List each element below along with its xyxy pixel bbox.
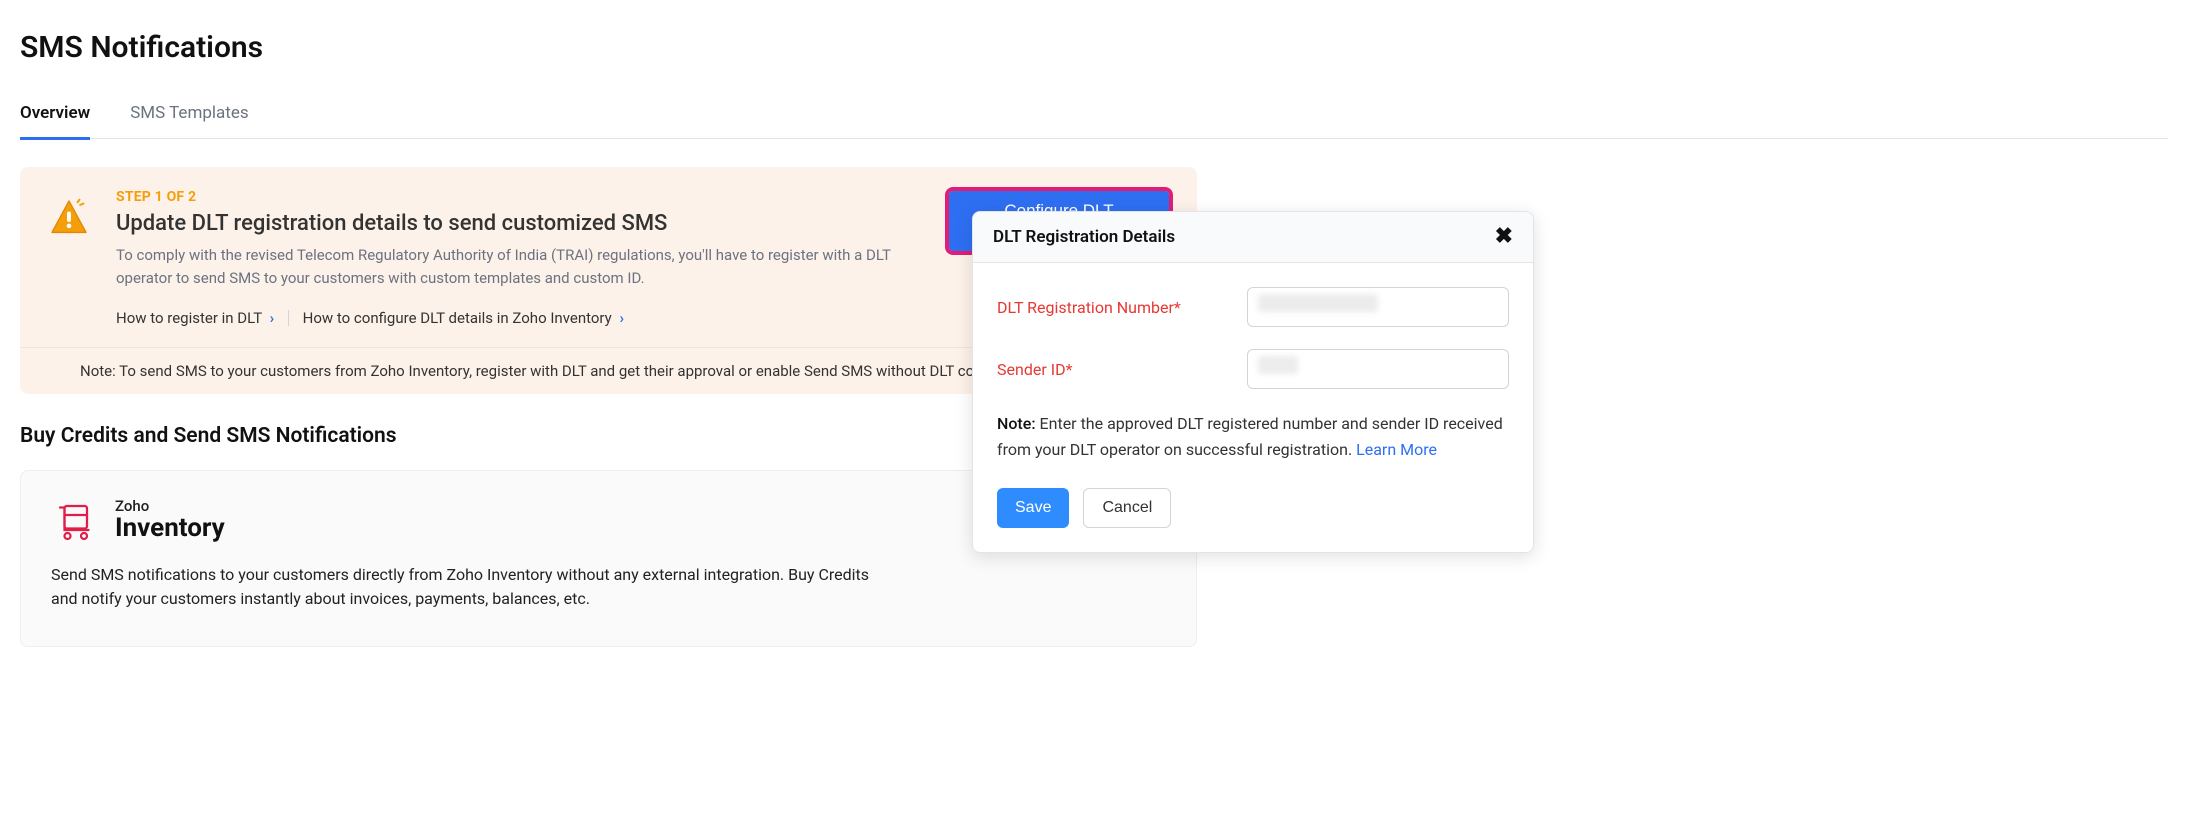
warning-icon bbox=[48, 189, 92, 347]
close-icon[interactable]: ✖ bbox=[1495, 226, 1513, 248]
sender-id-input[interactable] bbox=[1247, 349, 1509, 389]
link-how-to-register-dlt[interactable]: How to register in DLT › bbox=[116, 309, 284, 327]
step-indicator: STEP 1 OF 2 bbox=[116, 189, 925, 205]
dlt-registration-number-input[interactable] bbox=[1247, 287, 1509, 327]
dlt-registration-number-label: DLT Registration Number* bbox=[997, 298, 1247, 317]
page-title: SMS Notifications bbox=[20, 30, 2168, 65]
link-text: How to configure DLT details in Zoho Inv… bbox=[303, 309, 612, 327]
note-prefix: Note: bbox=[997, 414, 1040, 433]
modal-title: DLT Registration Details bbox=[993, 227, 1175, 247]
sms-card-description: Send SMS notifications to your customers… bbox=[51, 563, 881, 613]
brand-text: Zoho Inventory bbox=[115, 499, 225, 543]
dlt-registration-modal: DLT Registration Details ✖ DLT Registrat… bbox=[972, 211, 1534, 553]
link-text: How to register in DLT bbox=[116, 309, 262, 327]
chevron-right-icon: › bbox=[270, 309, 275, 327]
tab-overview[interactable]: Overview bbox=[20, 95, 90, 140]
tabs: Overview SMS Templates bbox=[20, 95, 2168, 139]
brand-big: Inventory bbox=[115, 514, 225, 543]
save-button[interactable]: Save bbox=[997, 488, 1069, 528]
learn-more-link[interactable]: Learn More bbox=[1356, 440, 1437, 459]
chevron-right-icon: › bbox=[619, 309, 624, 327]
step-description: To comply with the revised Telecom Regul… bbox=[116, 244, 925, 291]
modal-note: Note: Enter the approved DLT registered … bbox=[997, 411, 1509, 462]
divider bbox=[288, 310, 289, 326]
cart-icon bbox=[51, 497, 99, 545]
link-how-to-configure-dlt[interactable]: How to configure DLT details in Zoho Inv… bbox=[303, 309, 630, 327]
brand-small: Zoho bbox=[115, 499, 225, 514]
step-title: Update DLT registration details to send … bbox=[116, 211, 925, 236]
cancel-button[interactable]: Cancel bbox=[1083, 488, 1171, 528]
step-links: How to register in DLT › How to configur… bbox=[116, 309, 925, 347]
sender-id-label: Sender ID* bbox=[997, 360, 1247, 379]
tab-sms-templates[interactable]: SMS Templates bbox=[130, 95, 248, 140]
